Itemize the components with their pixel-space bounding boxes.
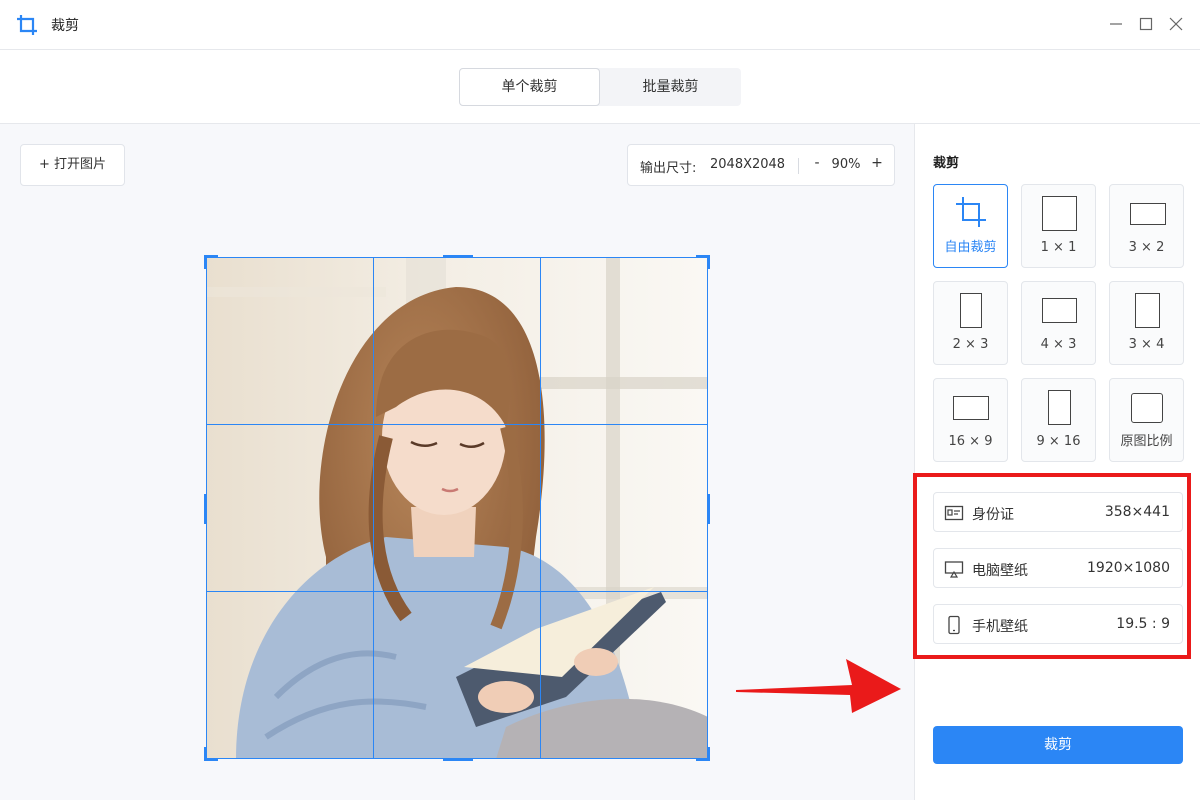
ratio-label: 3 × 2 bbox=[1128, 240, 1165, 255]
ratio-free-crop[interactable]: 自由裁剪 bbox=[933, 184, 1008, 268]
id-card-icon bbox=[944, 505, 964, 521]
crop-panel: 裁剪 自由裁剪 1 × 1 3 × 2 2 × 3 4 × 3 3 × 4 16… bbox=[913, 124, 1200, 800]
phone-icon bbox=[948, 615, 960, 635]
title-bar: 裁剪 bbox=[0, 0, 1200, 50]
panel-title: 裁剪 bbox=[933, 156, 960, 171]
free-crop-icon bbox=[956, 197, 986, 227]
preset-value: 1920×1080 bbox=[1087, 560, 1170, 576]
preset-desktop-wallpaper[interactable]: 电脑壁纸 1920×1080 bbox=[933, 548, 1183, 588]
ratio-4x3[interactable]: 4 × 3 bbox=[1021, 281, 1096, 365]
crop-handle-right[interactable] bbox=[707, 494, 710, 524]
zoom-in-button[interactable]: + bbox=[870, 155, 884, 171]
ratio-3x4[interactable]: 3 × 4 bbox=[1109, 281, 1184, 365]
grid-line bbox=[373, 258, 374, 758]
crop-handle-top[interactable] bbox=[443, 255, 473, 258]
ratio-1x1-icon bbox=[1042, 196, 1077, 231]
grid-line bbox=[207, 424, 707, 425]
ratio-label: 1 × 1 bbox=[1040, 240, 1077, 255]
crop-handle-bottom-right[interactable] bbox=[696, 747, 710, 761]
ratio-label: 4 × 3 bbox=[1040, 337, 1077, 352]
ratio-9x16-icon bbox=[1048, 390, 1071, 425]
crop-button[interactable]: 裁剪 bbox=[933, 726, 1183, 764]
preset-phone-wallpaper[interactable]: 手机壁纸 19.5 : 9 bbox=[933, 604, 1183, 644]
grid-line bbox=[540, 258, 541, 758]
zoom-level: 90% bbox=[831, 157, 861, 172]
ratio-label: 原图比例 bbox=[1120, 434, 1173, 449]
ratio-label: 16 × 9 bbox=[948, 434, 993, 449]
preset-id-card[interactable]: 身份证 358×441 bbox=[933, 492, 1183, 532]
ratio-16x9[interactable]: 16 × 9 bbox=[933, 378, 1008, 462]
tab-single-crop[interactable]: 单个裁剪 bbox=[459, 68, 600, 106]
grid-line bbox=[207, 591, 707, 592]
zoom-out-button[interactable]: - bbox=[810, 155, 824, 171]
crop-handle-bottom-left[interactable] bbox=[204, 747, 218, 761]
annotation-arrow-icon bbox=[736, 659, 901, 713]
crop-handle-bottom[interactable] bbox=[443, 758, 473, 761]
mode-bar: 单个裁剪 批量裁剪 bbox=[0, 50, 1200, 124]
crop-handle-top-right[interactable] bbox=[696, 255, 710, 269]
output-size-label: 输出尺寸: bbox=[640, 161, 697, 176]
ratio-label: 自由裁剪 bbox=[944, 240, 997, 255]
preset-name: 手机壁纸 bbox=[972, 619, 1028, 635]
close-icon[interactable] bbox=[1166, 14, 1186, 34]
crop-handle-top-left[interactable] bbox=[204, 255, 218, 269]
monitor-icon bbox=[944, 561, 964, 578]
app-title: 裁剪 bbox=[51, 18, 79, 34]
ratio-2x3[interactable]: 2 × 3 bbox=[933, 281, 1008, 365]
open-image-button[interactable]: + 打开图片 bbox=[20, 144, 125, 186]
maximize-icon[interactable] bbox=[1136, 14, 1156, 34]
crop-icon bbox=[17, 15, 37, 35]
mode-tabs: 单个裁剪 批量裁剪 bbox=[459, 68, 741, 106]
ratio-16x9-icon bbox=[953, 396, 989, 420]
ratio-3x4-icon bbox=[1135, 293, 1160, 328]
output-size-value: 2048X2048 bbox=[710, 157, 786, 172]
ratio-3x2[interactable]: 3 × 2 bbox=[1109, 184, 1184, 268]
ratio-label: 2 × 3 bbox=[952, 337, 989, 352]
preset-value: 19.5 : 9 bbox=[1116, 616, 1170, 632]
ratio-2x3-icon bbox=[960, 293, 982, 328]
ratio-4x3-icon bbox=[1042, 298, 1077, 323]
divider bbox=[798, 158, 799, 174]
minimize-icon[interactable] bbox=[1106, 14, 1126, 34]
ratio-1x1[interactable]: 1 × 1 bbox=[1021, 184, 1096, 268]
preset-name: 身份证 bbox=[972, 507, 1014, 523]
ratio-original[interactable]: 原图比例 bbox=[1109, 378, 1184, 462]
ratio-original-icon bbox=[1131, 393, 1163, 423]
crop-selection[interactable] bbox=[204, 255, 710, 761]
preset-name: 电脑壁纸 bbox=[972, 563, 1028, 579]
ratio-label: 9 × 16 bbox=[1036, 434, 1081, 449]
canvas-area: + 打开图片 输出尺寸: 2048X2048 - 90% + bbox=[0, 124, 914, 800]
ratio-label: 3 × 4 bbox=[1128, 337, 1165, 352]
preset-value: 358×441 bbox=[1104, 504, 1170, 520]
output-size-bar: 输出尺寸: 2048X2048 - 90% + bbox=[627, 144, 895, 186]
crop-handle-left[interactable] bbox=[204, 494, 207, 524]
tab-batch-crop[interactable]: 批量裁剪 bbox=[600, 68, 741, 106]
ratio-3x2-icon bbox=[1130, 203, 1166, 225]
ratio-9x16[interactable]: 9 × 16 bbox=[1021, 378, 1096, 462]
